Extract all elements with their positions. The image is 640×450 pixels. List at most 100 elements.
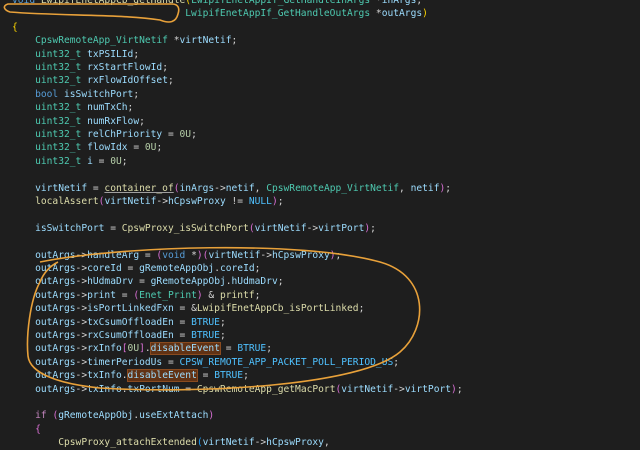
code-token: container_of bbox=[104, 182, 174, 194]
code-token: ; bbox=[133, 88, 140, 100]
code-token: -> bbox=[75, 249, 88, 261]
code-token: relChPriority bbox=[87, 129, 163, 140]
code-token: virtPort bbox=[404, 383, 452, 395]
code-token: timerPeriodUs bbox=[87, 356, 163, 368]
code-token: handleArg bbox=[87, 249, 140, 261]
code-token: 0U bbox=[179, 129, 192, 140]
code-line[interactable]: outArgs->txCsumOffloadEn = BTRUE; bbox=[12, 316, 226, 329]
code-line[interactable]: uint32_t flowIdx = 0U; bbox=[12, 141, 162, 154]
code-editor[interactable]: void LwipifEnetAppCb_getHandle(LwipifEne… bbox=[0, 0, 640, 448]
code-token: Enet_Print bbox=[139, 289, 197, 301]
code-token: ; bbox=[121, 155, 128, 167]
code-token: localAssert bbox=[35, 196, 99, 207]
code-line[interactable]: outArgs->timerPeriodUs = CPSW_REMOTE_APP… bbox=[12, 356, 399, 369]
code-token: = bbox=[219, 343, 238, 355]
code-line[interactable]: { bbox=[12, 423, 41, 436]
code-token: ; bbox=[139, 115, 145, 127]
code-token: LwipifEnetAppCb_isPortLinked bbox=[196, 303, 359, 315]
code-token: outArgs bbox=[35, 383, 76, 395]
code-line[interactable]: uint32_t rxStartFlowId; bbox=[12, 61, 168, 74]
code-line[interactable]: outArgs->rxCsumOffloadEn = BTRUE; bbox=[12, 329, 226, 342]
code-token: rxStartFlowId bbox=[87, 62, 163, 73]
code-line[interactable]: uint32_t numTxCh; bbox=[12, 101, 133, 114]
code-line[interactable]: uint32_t relChPriority = 0U; bbox=[12, 128, 197, 141]
code-line[interactable]: outArgs->txInfo.txPortNum = CpswRemoteAp… bbox=[12, 383, 462, 396]
code-token: = bbox=[179, 383, 197, 395]
code-token: 0U bbox=[110, 155, 122, 167]
code-token: = bbox=[116, 289, 134, 301]
code-line[interactable]: outArgs->handleArg = (void *)(virtNetif-… bbox=[12, 249, 341, 262]
code-token: uint32_t bbox=[35, 129, 82, 140]
code-line[interactable]: { bbox=[12, 21, 18, 34]
code-token: = bbox=[162, 129, 180, 140]
code-token: virtPort bbox=[318, 222, 365, 234]
code-token: disableEvent bbox=[149, 342, 221, 356]
code-token: netif bbox=[225, 182, 255, 194]
code-line[interactable]: outArgs->txInfo.disableEvent = BTRUE; bbox=[12, 369, 249, 383]
code-token: virtNetif bbox=[341, 383, 394, 395]
code-token: , bbox=[254, 182, 267, 194]
code-token: & bbox=[202, 289, 220, 301]
code-token: -> bbox=[75, 383, 88, 395]
code-token: ; bbox=[243, 370, 249, 382]
code-token: useExtAttach bbox=[139, 410, 209, 422]
code-token: inArgs bbox=[179, 182, 215, 194]
code-token: BTRUE bbox=[237, 343, 267, 355]
code-token: isSwitchPort bbox=[35, 222, 105, 234]
code-line[interactable]: LwipifEnetAppIf_GetHandleOutArgs *outArg… bbox=[12, 7, 428, 20]
code-token: ; bbox=[127, 102, 134, 114]
code-token: printf bbox=[219, 289, 255, 301]
code-token: -> bbox=[214, 182, 226, 194]
code-token: outArgs bbox=[35, 330, 76, 341]
code-line[interactable]: CpswRemoteApp_VirtNetif *virtNetif; bbox=[12, 34, 237, 47]
code-token: 0U bbox=[144, 142, 157, 154]
code-token: ; bbox=[277, 276, 284, 288]
code-token: -> bbox=[75, 276, 88, 288]
code-token: outArgs bbox=[381, 8, 423, 20]
code-line[interactable]: localAssert(virtNetif->hCpswProxy != NUL… bbox=[12, 195, 283, 208]
code-token: ; bbox=[335, 249, 342, 261]
code-token: , bbox=[323, 437, 330, 449]
code-line[interactable]: uint32_t txPSILId; bbox=[12, 48, 139, 61]
code-token: numRxFlow bbox=[87, 115, 140, 127]
code-line[interactable]: if (gRemoteAppObj.useExtAttach) bbox=[12, 409, 214, 422]
code-token: . bbox=[121, 370, 128, 382]
code-token: ) bbox=[208, 410, 215, 422]
code-token: ; bbox=[191, 129, 197, 140]
code-token: -> bbox=[75, 370, 88, 382]
code-line[interactable]: isSwitchPort = CpswProxy_isSwitchPort(vi… bbox=[12, 222, 376, 235]
code-token: BTRUE bbox=[191, 316, 220, 328]
code-token: { bbox=[35, 423, 41, 435]
code-token: txInfo bbox=[87, 383, 122, 395]
code-line[interactable]: CpswProxy_attachExtended(virtNetif->hCps… bbox=[12, 436, 330, 449]
code-line[interactable]: bool isSwitchPort; bbox=[12, 88, 139, 101]
code-line[interactable]: uint32_t i = 0U; bbox=[12, 155, 128, 168]
code-line[interactable]: outArgs->rxInfo[0U].disableEvent = BTRUE… bbox=[12, 342, 272, 356]
code-line[interactable]: uint32_t numRxFlow; bbox=[12, 115, 145, 128]
code-token: ; bbox=[393, 356, 400, 368]
code-token: -> bbox=[260, 249, 272, 261]
code-token: ; bbox=[133, 48, 140, 60]
code-token: CpswRemoteApp_VirtNetif bbox=[35, 35, 168, 47]
code-line[interactable]: outArgs->coreId = gRemoteAppObj.coreId; bbox=[12, 262, 260, 275]
code-token: ; bbox=[266, 343, 272, 355]
code-line[interactable]: uint32_t rxFlowIdOffset; bbox=[12, 74, 174, 87]
code-line[interactable]: virtNetif = container_of(inArgs->netif, … bbox=[12, 182, 451, 195]
code-line[interactable]: outArgs->isPortLinkedFxn = &LwipifEnetAp… bbox=[12, 302, 364, 315]
code-token: virtNetif bbox=[179, 35, 232, 47]
code-line[interactable]: void LwipifEnetAppCb_getHandle(LwipifEne… bbox=[12, 0, 422, 7]
code-token: ; bbox=[254, 263, 261, 274]
code-token: uint32_t bbox=[35, 155, 82, 167]
code-line[interactable]: outArgs->hUdmaDrv = gRemoteAppObj.hUdmaD… bbox=[12, 275, 284, 288]
code-line[interactable]: outArgs->print = (Enet_Print) & printf; bbox=[12, 289, 260, 302]
code-token: txPortNum bbox=[127, 383, 180, 395]
code-token: = bbox=[92, 155, 111, 167]
